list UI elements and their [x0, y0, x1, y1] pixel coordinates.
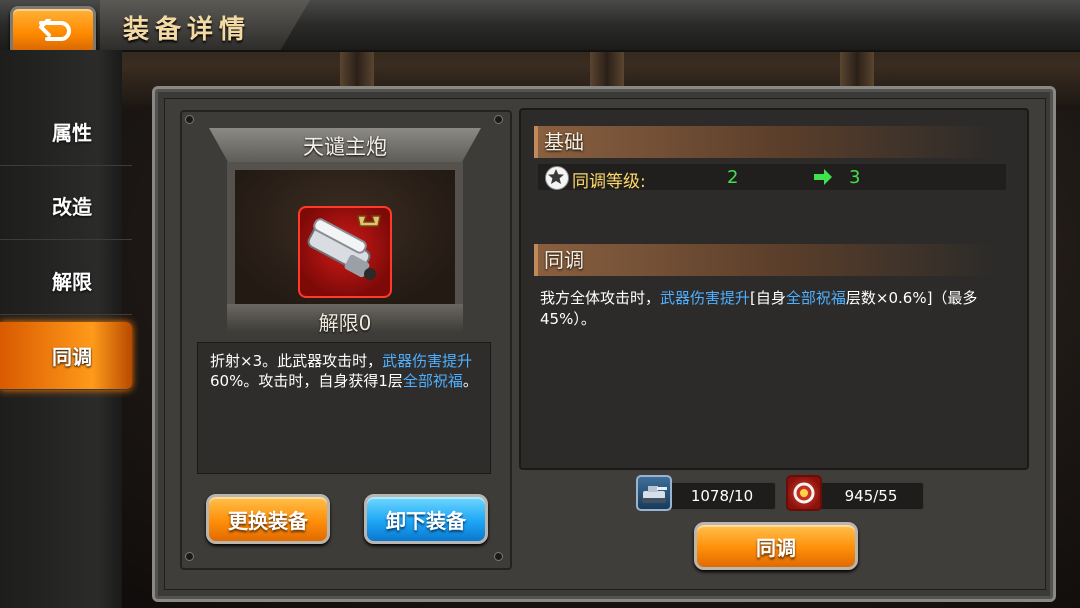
page-title: 装备详情: [123, 15, 252, 45]
sidebar-item-label: 同调: [52, 345, 92, 369]
cannon-weapon-icon[interactable]: [298, 206, 392, 298]
unequip-button[interactable]: 卸下装备: [364, 494, 488, 544]
equipment-name: 天谴主炮: [303, 135, 387, 159]
sync-level-current: 2: [727, 167, 739, 188]
section-header-basic: 基础: [534, 126, 994, 158]
resource-1-count: 1078/10: [668, 482, 776, 510]
sidebar-item-label: 改造: [52, 195, 92, 219]
equipment-description: 折射×3。此武器攻击时，武器伤害提升 60%。攻击时，自身获得1层全部祝福。: [197, 342, 491, 474]
screw-decoration: [494, 115, 503, 124]
star-icon: [545, 166, 569, 190]
sidebar-item-modify[interactable]: 改造: [0, 172, 132, 240]
sidebar-item-label: 属性: [52, 121, 92, 145]
section-header-sync: 同调: [534, 244, 994, 276]
sidebar-item-attributes[interactable]: 属性: [0, 98, 132, 166]
sidebar-item-label: 解限: [52, 270, 92, 294]
back-button[interactable]: [10, 6, 96, 56]
resource-2-count: 945/55: [818, 482, 924, 510]
description-text: 。: [462, 372, 478, 390]
description-highlight: 全部祝福: [402, 372, 463, 390]
red-core-icon[interactable]: [786, 475, 822, 511]
tank-material-icon[interactable]: [636, 475, 672, 511]
sync-highlight: 全部祝福: [785, 289, 846, 307]
screw-decoration: [494, 552, 503, 561]
sync-button[interactable]: 同调: [694, 522, 858, 570]
core-graphic: [793, 482, 815, 504]
sync-level-next: 3: [849, 167, 861, 188]
limit-break-level: 解限0: [318, 311, 372, 335]
cannon-weapon-graphic: [307, 215, 381, 280]
description-text: 60%。攻击时，自身获得1层: [210, 372, 403, 390]
sync-description: 我方全体攻击时，武器伤害提升[自身全部祝福层数×0.6%]（最多45%）。: [540, 288, 1006, 330]
screw-decoration: [185, 552, 194, 561]
sync-text: 我方全体攻击时，: [540, 289, 661, 307]
tank-graphic: [642, 486, 667, 503]
sidebar-item-sync[interactable]: 同调: [0, 322, 132, 390]
sidebar-item-limit-break[interactable]: 解限: [0, 247, 132, 315]
back-arrow-icon: [39, 19, 71, 41]
description-highlight: 武器伤害提升: [382, 352, 473, 370]
sync-highlight: 武器伤害提升: [660, 289, 751, 307]
sync-level-label: 同调等级:: [572, 172, 646, 192]
replace-equipment-button[interactable]: 更换装备: [206, 494, 330, 544]
screw-decoration: [185, 115, 194, 124]
green-arrow-right-icon: [814, 169, 832, 185]
sync-text: [自身: [750, 289, 786, 307]
description-text: 折射×3。此武器攻击时，: [210, 352, 383, 370]
star-graphic: [548, 169, 564, 184]
